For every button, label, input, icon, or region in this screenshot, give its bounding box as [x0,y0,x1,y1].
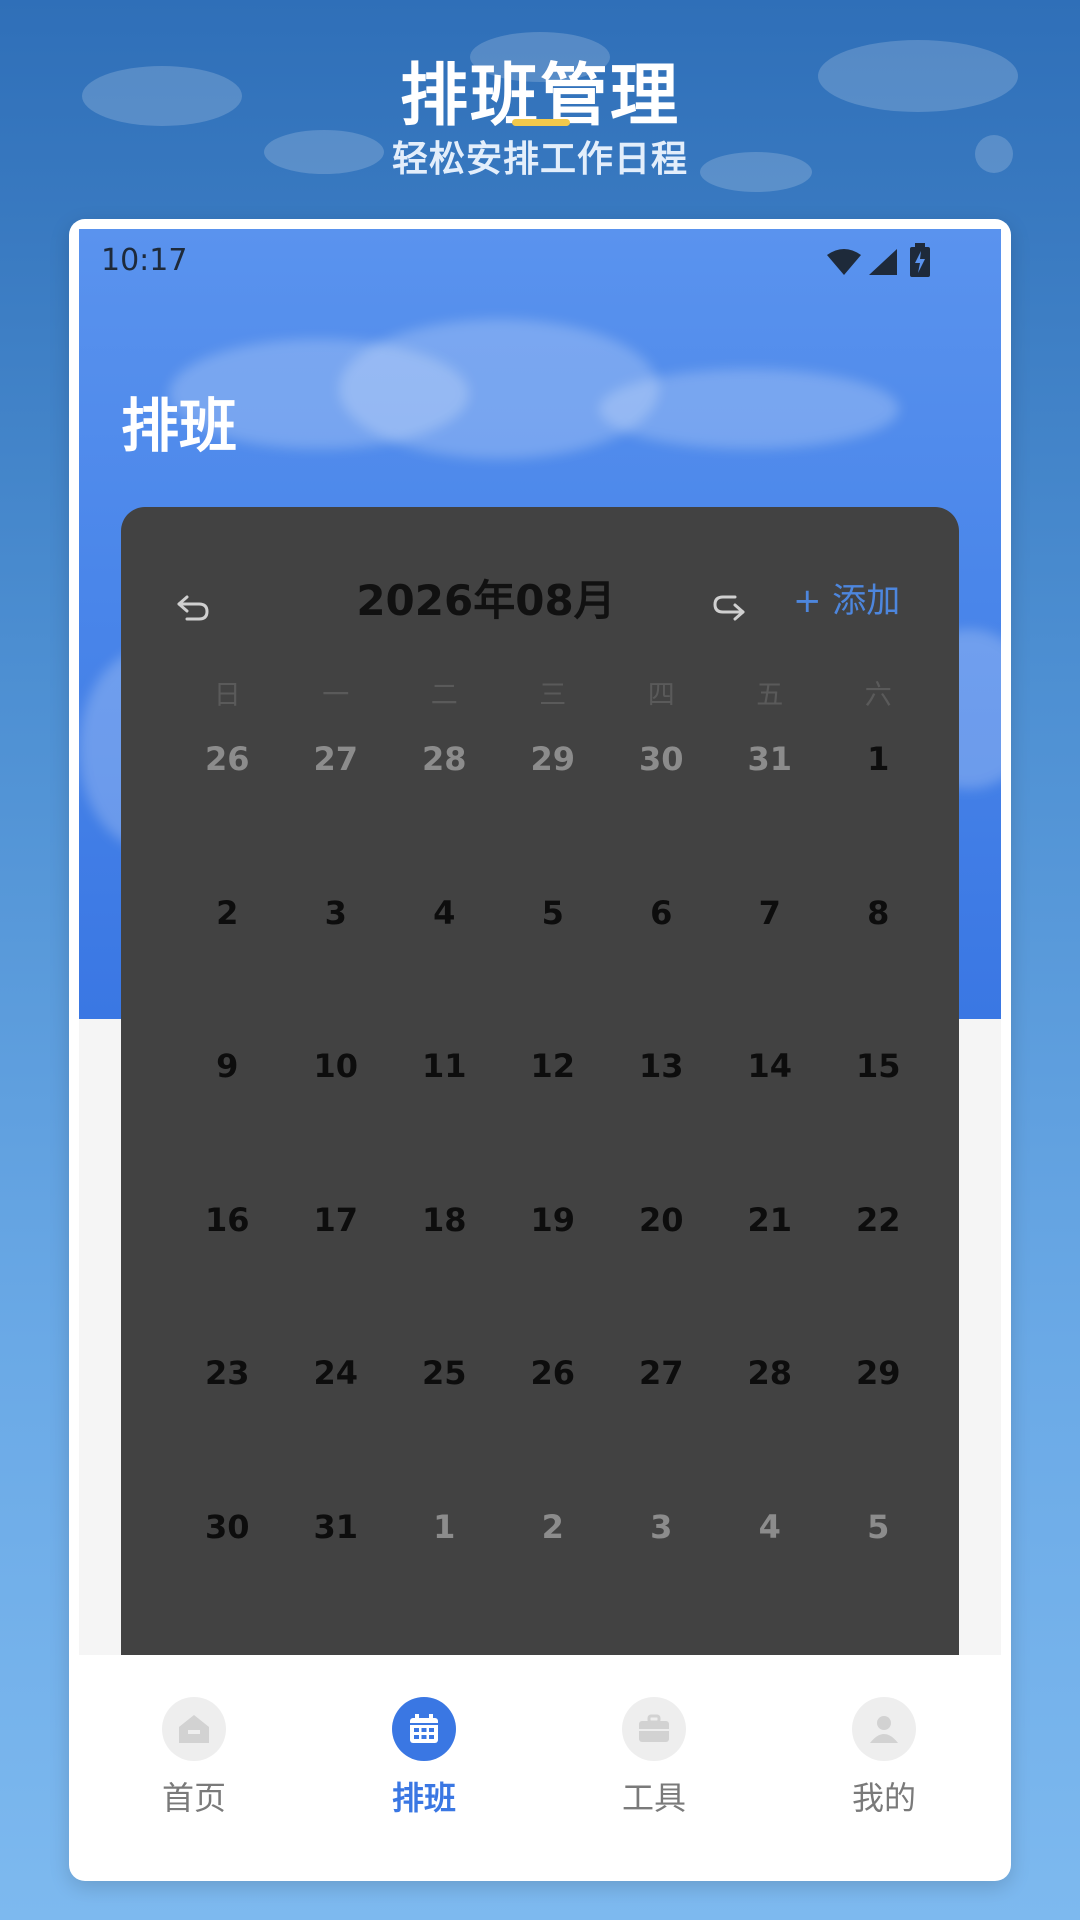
signal-icon [869,249,897,275]
calendar-day[interactable]: 29 [824,1351,933,1505]
redo-arrow-icon[interactable] [709,587,749,627]
calendar-day[interactable]: 1 [824,737,933,891]
wifi-icon [827,249,861,275]
calendar-day[interactable]: 4 [390,891,499,1045]
calendar-day[interactable]: 5 [499,891,608,1045]
toolbox-icon [622,1697,686,1761]
calendar-week-row: 26 27 28 29 30 31 1 [173,737,933,891]
calendar-day[interactable]: 21 [716,1198,825,1352]
calendar-icon [392,1697,456,1761]
weekday-label: 二 [430,680,458,711]
calendar-day[interactable]: 20 [607,1198,716,1352]
calendar-day-outside[interactable]: 29 [499,737,608,891]
calendar-day[interactable]: 12 [499,1044,608,1198]
calendar-day[interactable]: 17 [282,1198,391,1352]
calendar-day[interactable]: 23 [173,1351,282,1505]
calendar-day-outside[interactable]: 4 [716,1505,825,1659]
calendar-day-outside[interactable]: 2 [499,1505,608,1659]
page-title: 排班 [121,392,238,460]
calendar-week-row: 9 10 11 12 13 14 15 [173,1044,933,1198]
calendar-day-outside[interactable]: 26 [173,737,282,891]
calendar-day[interactable]: 16 [173,1198,282,1352]
calendar-day[interactable]: 8 [824,891,933,1045]
tab-label: 首页 [161,1779,226,1817]
phone-frame: 10:17 排班 2026年08月 + 添加 日 一 二 三 四 五 六 26 … [69,219,1011,1881]
calendar-day-outside[interactable]: 31 [716,737,825,891]
calendar-day[interactable]: 14 [716,1044,825,1198]
undo-arrow-icon[interactable] [173,587,213,627]
weekday-label: 五 [756,680,784,711]
calendar-day-grid: 26 27 28 29 30 31 1 2 3 4 5 6 7 8 9 10 11 12 13 14 15 16 17 18 1… [173,737,933,1659]
hero-cloud [339,319,659,459]
calendar-day[interactable]: 22 [824,1198,933,1352]
app-screen: 10:17 排班 2026年08月 + 添加 日 一 二 三 四 五 六 26 … [79,229,1001,1869]
weekday-label: 四 [647,680,675,711]
calendar-day[interactable]: 3 [282,891,391,1045]
calendar-day[interactable]: 26 [499,1351,608,1505]
calendar-day[interactable]: 25 [390,1351,499,1505]
calendar-month-label: 2026年08月 [356,576,616,625]
weekday-label: 一 [322,680,350,711]
calendar-day[interactable]: 10 [282,1044,391,1198]
tab-label: 排班 [391,1779,456,1817]
calendar-week-row: 23 24 25 26 27 28 29 [173,1351,933,1505]
weekday-label: 日 [213,680,241,711]
calendar-day[interactable]: 24 [282,1351,391,1505]
calendar-day[interactable]: 27 [607,1351,716,1505]
promo-subtitle: 轻松安排工作日程 [391,139,688,180]
calendar-day[interactable]: 6 [607,891,716,1045]
calendar-week-row: 2345678 [173,891,933,1045]
calendar-day-outside[interactable]: 28 [390,737,499,891]
weekday-label: 三 [539,680,567,711]
calendar-day[interactable]: 18 [390,1198,499,1352]
calendar-day[interactable]: 7 [716,891,825,1045]
add-shift-button[interactable]: + 添加 [793,573,900,622]
calendar-week-row: 16 17 18 19 20 21 22 [173,1198,933,1352]
weekday-header: 日 一 二 三 四 五 六 [173,673,933,713]
tab-tools[interactable]: 工具 [539,1655,769,1869]
calendar-day-outside[interactable]: 1 [390,1505,499,1659]
person-icon [852,1697,916,1761]
calendar-day-outside[interactable]: 3 [607,1505,716,1659]
tab-label: 工具 [621,1779,686,1817]
calendar-day[interactable]: 30 [173,1505,282,1659]
calendar-day[interactable]: 11 [390,1044,499,1198]
calendar-day[interactable]: 31 [282,1505,391,1659]
tab-home[interactable]: 首页 [79,1655,309,1869]
status-icons [825,243,935,279]
calendar-day-outside[interactable]: 27 [282,737,391,891]
calendar-day[interactable]: 2 [173,891,282,1045]
calendar-day-outside[interactable]: 30 [607,737,716,891]
calendar-day-outside[interactable]: 5 [824,1505,933,1659]
tab-profile[interactable]: 我的 [769,1655,999,1869]
title-underline [512,119,570,126]
status-time: 10:17 [101,243,188,278]
calendar-day[interactable]: 13 [607,1044,716,1198]
calendar-day[interactable]: 9 [173,1044,282,1198]
bottom-tab-bar: 首页 排班 工具 我的 [79,1655,1001,1869]
calendar-week-row: 30 31 1 2 3 4 5 [173,1505,933,1659]
tab-label: 我的 [851,1779,916,1817]
hero-cloud [599,369,899,449]
calendar-day[interactable]: 28 [716,1351,825,1505]
battery-charging-icon [910,243,930,277]
tab-schedule[interactable]: 排班 [309,1655,539,1869]
calendar-day[interactable]: 19 [499,1198,608,1352]
calendar-day[interactable]: 15 [824,1044,933,1198]
weekday-label: 六 [864,680,892,711]
home-icon [162,1697,226,1761]
